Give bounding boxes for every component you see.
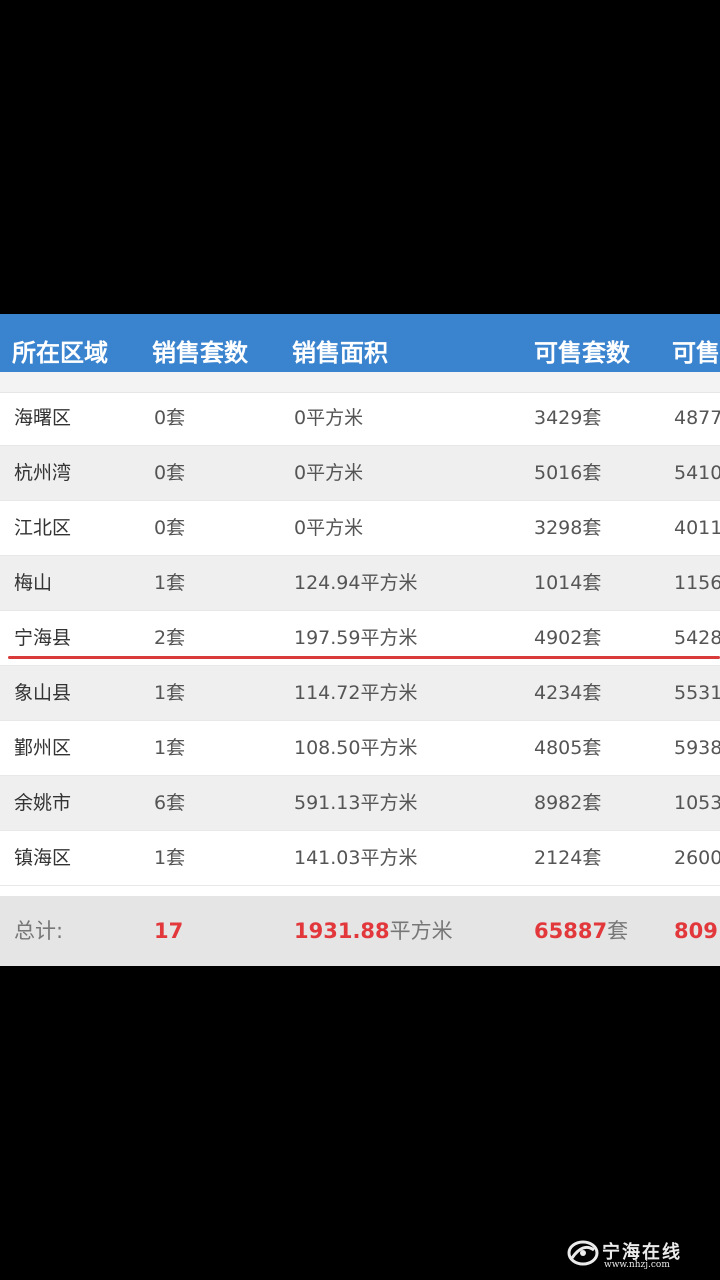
cell-sold-units: 0套 [154, 517, 186, 539]
cell-sold-area: 0平方米 [294, 462, 364, 484]
cell-sold-units: 1套 [154, 847, 186, 869]
table-row[interactable]: 象山县 1套 114.72平方米 4234套 5531 [0, 666, 720, 721]
table-row[interactable]: 海曙区 0套 0平方米 3429套 4877 [0, 391, 720, 446]
cell-available-area: 4877 [674, 407, 720, 429]
header-available-area: 可售 [672, 339, 720, 367]
table-row[interactable]: 杭州湾 0套 0平方米 5016套 5410 [0, 446, 720, 501]
cell-available-units: 5016套 [534, 462, 602, 484]
cell-sold-area: 0平方米 [294, 407, 364, 429]
cell-available-units: 4234套 [534, 682, 602, 704]
total-sold-area-value: 1931.88 [294, 919, 390, 943]
cell-region: 余姚市 [14, 792, 72, 814]
table-row[interactable]: 鄞州区 1套 108.50平方米 4805套 5938 [0, 721, 720, 776]
cell-sold-units: 0套 [154, 407, 186, 429]
cell-sold-area: 108.50平方米 [294, 737, 418, 759]
cell-available-area: 5938 [674, 737, 720, 759]
total-available-units-unit: 套 [607, 919, 629, 943]
highlight-underline [8, 656, 720, 659]
cell-region: 杭州湾 [14, 462, 72, 484]
table-row[interactable]: 镇海区 1套 141.03平方米 2124套 2600 [0, 831, 720, 886]
total-sold-units: 17 [154, 919, 184, 943]
cell-region: 鄞州区 [14, 737, 72, 759]
cell-available-area: 1156 [674, 572, 720, 594]
cell-region: 镇海区 [14, 847, 72, 869]
total-available-area: 809 [674, 919, 718, 943]
cell-available-area: 1053 [674, 792, 720, 814]
total-sold-area-unit: 平方米 [389, 919, 453, 943]
table-header: 所在区域 销售套数 销售面积 可售套数 可售 [0, 314, 720, 372]
cell-available-area: 2600 [674, 847, 720, 869]
scrolled-row-remnant [0, 372, 720, 393]
total-sold-area: 1931.88平方米 [294, 896, 453, 966]
cell-region: 象山县 [14, 682, 72, 704]
total-label: 总计: [14, 919, 64, 943]
swirl-logo-icon [567, 1240, 599, 1266]
cell-available-units: 1014套 [534, 572, 602, 594]
header-region: 所在区域 [12, 339, 108, 367]
cell-available-units: 2124套 [534, 847, 602, 869]
table-row[interactable]: 余姚市 6套 591.13平方米 8982套 1053 [0, 776, 720, 831]
table-row[interactable]: 梅山 1套 124.94平方米 1014套 1156 [0, 556, 720, 611]
cell-sold-area: 591.13平方米 [294, 792, 418, 814]
header-sold-units: 销售套数 [152, 339, 248, 367]
header-sold-area: 销售面积 [292, 339, 388, 367]
cell-available-units: 8982套 [534, 792, 602, 814]
cell-sold-units: 0套 [154, 462, 186, 484]
cell-available-area: 4011 [674, 517, 720, 539]
cell-available-units: 3429套 [534, 407, 602, 429]
cell-sold-units: 1套 [154, 682, 186, 704]
cell-available-units: 4805套 [534, 737, 602, 759]
cell-sold-units: 6套 [154, 792, 186, 814]
cell-region: 海曙区 [14, 407, 72, 429]
table-row[interactable]: 江北区 0套 0平方米 3298套 4011 [0, 501, 720, 556]
cell-sold-area: 114.72平方米 [294, 682, 418, 704]
cell-available-area: 5531 [674, 682, 720, 704]
watermark-url: www.nhzj.com [604, 1260, 670, 1270]
cell-sold-units: 1套 [154, 572, 186, 594]
cell-sold-units: 1套 [154, 737, 186, 759]
cell-available-area: 5410 [674, 462, 720, 484]
total-row: 总计: 17 1931.88平方米 65887套 809 [0, 896, 720, 966]
total-available-units: 65887套 [534, 896, 628, 966]
cell-sold-area: 0平方米 [294, 517, 364, 539]
header-available-units: 可售套数 [534, 339, 630, 367]
cell-available-units: 3298套 [534, 517, 602, 539]
total-available-units-value: 65887 [534, 919, 608, 943]
cell-sold-area: 141.03平方米 [294, 847, 418, 869]
sales-table-panel: 所在区域 销售套数 销售面积 可售套数 可售 海曙区 0套 0平方米 3429套… [0, 314, 720, 966]
site-watermark: 宁海在线 www.nhzj.com [566, 1234, 716, 1276]
cell-sold-area: 124.94平方米 [294, 572, 418, 594]
cell-region: 梅山 [14, 572, 53, 594]
cell-region: 江北区 [14, 517, 72, 539]
table-body[interactable]: 海曙区 0套 0平方米 3429套 4877 杭州湾 0套 0平方米 5016套… [0, 391, 720, 886]
